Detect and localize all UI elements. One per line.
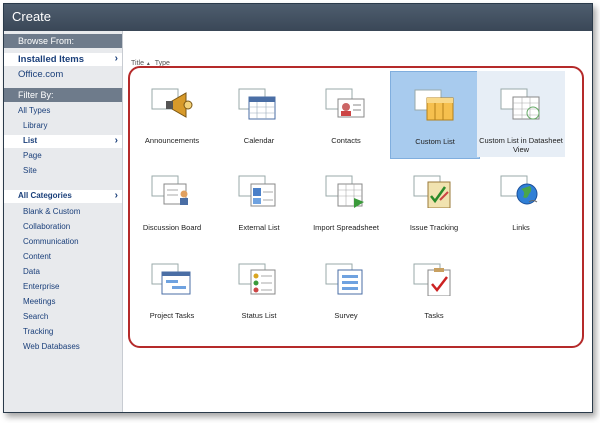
template-tile-links[interactable]: Links [477,158,565,244]
sidebar-item-category[interactable]: Data [4,266,122,279]
template-tile-label: Project Tasks [149,311,195,320]
template-tile-label: Custom List in Datasheet View [479,136,563,154]
chevron-right-icon: › [114,135,118,146]
template-tile-label: Import Spreadsheet [313,223,379,232]
megaphone-icon [151,88,193,118]
survey-icon [325,263,363,295]
template-tile-label: Status List [241,311,277,320]
template-tile-label: Calendar [243,136,275,145]
status-list-icon [238,263,276,295]
sidebar-item-all-types[interactable]: All Types [4,105,122,118]
template-tile-contacts[interactable]: Contacts [302,71,390,157]
template-tile-label: Links [512,223,530,232]
gantt-icon [151,263,191,295]
sidebar-item-installed-items[interactable]: Installed Items › [4,53,122,66]
sidebar-item-site[interactable]: Site [4,165,122,178]
chevron-right-icon: › [114,190,118,201]
template-tile-label: External List [238,223,280,232]
template-tile-import-spreadsheet[interactable]: Import Spreadsheet [302,158,390,244]
template-tile-external-list[interactable]: External List [215,158,303,244]
sidebar-item-category[interactable]: Blank & Custom [4,206,122,219]
template-tile-issue-tracking[interactable]: Issue Tracking [390,158,478,244]
custom-list-icon [414,89,454,121]
contact-card-icon [325,88,365,118]
filter-by-header: Filter By: [4,88,122,102]
dialog-title: Create [12,9,52,24]
sort-bar: Title ▲ Type [131,60,170,67]
template-tile-custom-list[interactable]: Custom List [390,71,480,159]
template-tile-discussion-board[interactable]: Discussion Board [128,158,216,244]
template-tile-announcements[interactable]: Announcements [128,71,216,157]
sort-by-title[interactable]: Title [131,60,144,67]
sidebar-item-library[interactable]: Library [4,120,122,133]
sidebar-item-category[interactable]: Meetings [4,296,122,309]
sidebar-item-category[interactable]: Web Databases [4,341,122,354]
sidebar-item-page[interactable]: Page [4,150,122,163]
template-tile-status-list[interactable]: Status List [215,246,303,332]
dialog-titlebar: Create [4,4,592,31]
template-tile-label: Contacts [331,136,361,145]
sidebar-item-category[interactable]: Communication [4,236,122,249]
import-spreadsheet-icon [325,175,364,208]
discussion-icon [151,175,188,205]
calendar-icon [238,88,276,120]
template-tile-project-tasks[interactable]: Project Tasks [128,246,216,332]
template-tile-label: Survey [334,311,358,320]
sort-by-type[interactable]: Type [155,60,170,67]
sidebar: Browse From: Installed Items › Office.com… [4,31,123,412]
template-tile-custom-list-in-datasheet-view[interactable]: Custom List in Datasheet View [477,71,565,157]
sidebar-item-category[interactable]: Collaboration [4,221,122,234]
chevron-right-icon: › [114,53,118,64]
sidebar-item-category[interactable]: Enterprise [4,281,122,294]
sidebar-item-list[interactable]: List › [4,135,122,148]
template-tile-tasks[interactable]: Tasks [390,246,478,332]
external-list-icon [238,175,276,207]
sidebar-item-category[interactable]: Search [4,311,122,324]
template-tile-survey[interactable]: Survey [302,246,390,332]
template-tile-label: Custom List [415,137,455,146]
template-tile-label: Tasks [424,311,444,320]
template-tile-label: Announcements [144,136,200,145]
task-check-icon [413,263,451,296]
browse-from-header: Browse From: [4,34,122,48]
globe-link-icon [500,175,538,205]
template-tile-label: Issue Tracking [409,223,459,232]
sidebar-item-all-categories[interactable]: All Categories › [4,190,122,203]
sort-ascending-icon: ▲ [145,61,151,67]
issue-tracking-icon [413,175,451,208]
template-tile-calendar[interactable]: Calendar [215,71,303,157]
sidebar-item-category[interactable]: Content [4,251,122,264]
template-tile-label: Discussion Board [142,223,202,232]
sidebar-item-category[interactable]: Tracking [4,326,122,339]
datasheet-icon [500,88,540,120]
sidebar-item-office-com[interactable]: Office.com [4,68,122,81]
